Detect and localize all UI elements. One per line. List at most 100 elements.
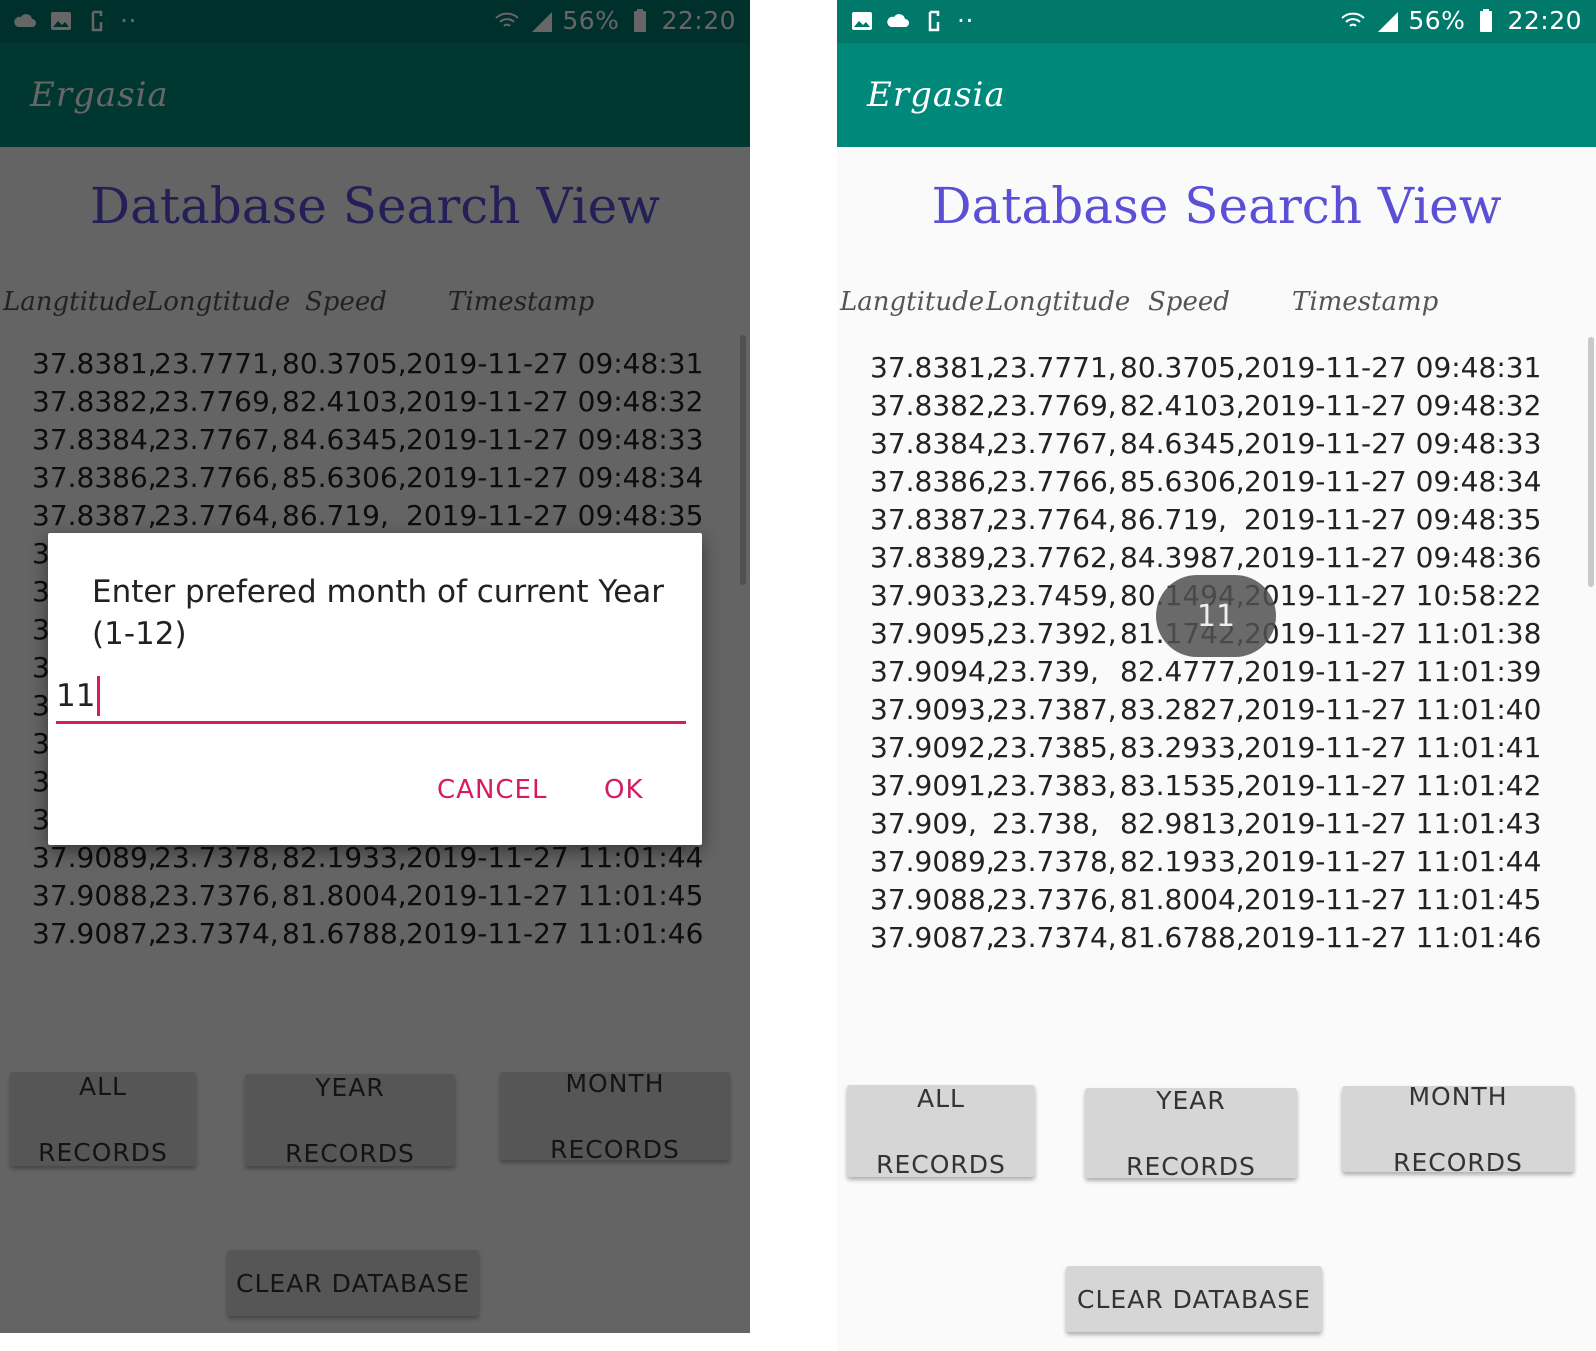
record-timestamp: 2019-11-27 11:01:40 — [1244, 693, 1542, 726]
record-speed: 85.6306, — [1120, 465, 1245, 498]
record-longitude: 23.7392, — [992, 617, 1117, 650]
record-longitude: 23.7376, — [992, 883, 1117, 916]
record-row: 37.8384,23.7767,84.6345,2019-11-27 09:48… — [870, 425, 1560, 463]
record-latitude: 37.9033, — [870, 579, 995, 612]
record-timestamp: 2019-11-27 11:01:45 — [1244, 883, 1542, 916]
record-latitude: 37.8389, — [870, 541, 995, 574]
record-timestamp: 2019-11-27 11:01:38 — [1244, 617, 1542, 650]
record-row: 37.9087,23.7374,81.6788,2019-11-27 11:01… — [870, 919, 1560, 957]
record-longitude: 23.7387, — [992, 693, 1117, 726]
record-row: 37.8386,23.7766,85.6306,2019-11-27 09:48… — [870, 463, 1560, 501]
record-latitude: 37.9093, — [870, 693, 995, 726]
cancel-button[interactable]: CANCEL — [437, 775, 547, 805]
record-speed: 83.2933, — [1120, 731, 1245, 764]
phone-screen-left: ·· 56% 22:20 Ergasia Database Search Vie… — [0, 0, 750, 1333]
header-latitude: Langtitude — [840, 287, 985, 317]
clear-database-button[interactable]: CLEAR DATABASE — [1066, 1266, 1322, 1332]
record-timestamp: 2019-11-27 11:01:46 — [1244, 921, 1542, 954]
record-speed: 84.3987, — [1120, 541, 1245, 574]
month-input-field[interactable]: 11 — [56, 671, 686, 724]
phone-screen-right: ·· 56% 22:20 Ergasia Database Search Vie… — [837, 0, 1596, 1351]
record-latitude: 37.8386, — [870, 465, 995, 498]
record-longitude: 23.7767, — [992, 427, 1117, 460]
record-longitude: 23.7385, — [992, 731, 1117, 764]
record-longitude: 23.7378, — [992, 845, 1117, 878]
record-row: 37.8382,23.7769,82.4103,2019-11-27 09:48… — [870, 387, 1560, 425]
page-title: Database Search View — [931, 177, 1502, 235]
record-row: 37.909, 23.738, 82.9813,2019-11-27 11:01:4… — [870, 805, 1560, 843]
image-icon — [852, 11, 872, 30]
battery-percent: 56% — [1408, 6, 1466, 35]
record-longitude: 23.7459, — [992, 579, 1117, 612]
record-latitude: 37.9094, — [870, 655, 995, 688]
record-speed: 86.719, — [1120, 503, 1227, 536]
record-speed: 83.2827, — [1120, 693, 1245, 726]
record-timestamp: 2019-11-27 09:48:33 — [1244, 427, 1542, 460]
toast-message: 11 — [1156, 575, 1276, 657]
record-longitude: 23.7383, — [992, 769, 1117, 802]
scrollbar[interactable] — [1588, 337, 1594, 587]
record-timestamp: 2019-11-27 11:01:41 — [1244, 731, 1542, 764]
signal-icon — [1378, 11, 1399, 32]
record-row: 37.8387,23.7764,86.719, 2019-11-27 09:48:… — [870, 501, 1560, 539]
month-records-button[interactable]: MONTHRECORDS — [1342, 1082, 1574, 1177]
record-speed: 82.1933, — [1120, 845, 1245, 878]
record-longitude: 23.7771, — [992, 351, 1117, 384]
record-row: 37.8381,23.7771,80.3705,2019-11-27 09:48… — [870, 349, 1560, 387]
battery-icon — [1480, 8, 1493, 32]
record-latitude: 37.8387, — [870, 503, 995, 536]
main-content: Database Search View Langtitude Longtitu… — [837, 147, 1596, 1351]
record-speed: 81.6788, — [1120, 921, 1245, 954]
record-latitude: 37.9092, — [870, 731, 995, 764]
record-speed: 81.8004, — [1120, 883, 1245, 916]
header-speed: Speed — [1148, 287, 1230, 317]
header-longitude: Longtitude — [986, 287, 1131, 317]
wifi-icon — [1341, 12, 1366, 27]
record-longitude: 23.7762, — [992, 541, 1117, 574]
app-notification-icon — [928, 10, 940, 31]
record-row: 37.8389,23.7762,84.3987,2019-11-27 09:48… — [870, 539, 1560, 577]
all-records-button[interactable]: ALLRECORDS — [847, 1084, 1035, 1179]
year-records-button[interactable]: YEARRECORDS — [1085, 1086, 1297, 1181]
record-longitude: 23.7766, — [992, 465, 1117, 498]
record-timestamp: 2019-11-27 11:01:39 — [1244, 655, 1542, 688]
record-latitude: 37.9089, — [870, 845, 995, 878]
record-timestamp: 2019-11-27 11:01:43 — [1244, 807, 1542, 840]
record-row: 37.9088,23.7376,81.8004,2019-11-27 11:01… — [870, 881, 1560, 919]
record-longitude: 23.738, — [992, 807, 1099, 840]
clock: 22:20 — [1507, 6, 1582, 35]
text-cursor — [97, 676, 101, 716]
record-timestamp: 2019-11-27 09:48:35 — [1244, 503, 1542, 536]
record-latitude: 37.9091, — [870, 769, 995, 802]
record-timestamp: 2019-11-27 09:48:31 — [1244, 351, 1542, 384]
ok-button[interactable]: OK — [604, 775, 644, 805]
more-notifications-icon: ·· — [957, 6, 974, 35]
record-timestamp: 2019-11-27 11:01:44 — [1244, 845, 1542, 878]
record-speed: 82.4777, — [1120, 655, 1245, 688]
record-longitude: 23.7769, — [992, 389, 1117, 422]
record-longitude: 23.7374, — [992, 921, 1117, 954]
record-speed: 82.4103, — [1120, 389, 1245, 422]
record-longitude: 23.739, — [992, 655, 1099, 688]
record-timestamp: 2019-11-27 10:58:22 — [1244, 579, 1542, 612]
record-latitude: 37.8382, — [870, 389, 995, 422]
dialog-message: Enter prefered month of current Year (1-… — [92, 574, 665, 652]
record-latitude: 37.9095, — [870, 617, 995, 650]
record-speed: 80.3705, — [1120, 351, 1245, 384]
record-speed: 82.9813, — [1120, 807, 1245, 840]
cloud-icon — [887, 13, 909, 27]
record-speed: 83.1535, — [1120, 769, 1245, 802]
record-latitude: 37.8381, — [870, 351, 995, 384]
record-row: 37.9094,23.739, 82.4777,2019-11-27 11:01:… — [870, 653, 1560, 691]
status-bar: ·· 56% 22:20 — [837, 0, 1596, 43]
month-input-dialog: Enter prefered month of current Year (1-… — [48, 533, 702, 845]
record-latitude: 37.9088, — [870, 883, 995, 916]
record-row: 37.9091,23.7383,83.1535,2019-11-27 11:01… — [870, 767, 1560, 805]
header-timestamp: Timestamp — [1292, 287, 1439, 317]
record-latitude: 37.8384, — [870, 427, 995, 460]
records-list[interactable]: 37.8381,23.7771,80.3705,2019-11-27 09:48… — [870, 349, 1560, 969]
month-input-value: 11 — [56, 678, 96, 714]
record-timestamp: 2019-11-27 09:48:36 — [1244, 541, 1542, 574]
record-timestamp: 2019-11-27 09:48:34 — [1244, 465, 1542, 498]
app-title: Ergasia — [867, 75, 1006, 115]
